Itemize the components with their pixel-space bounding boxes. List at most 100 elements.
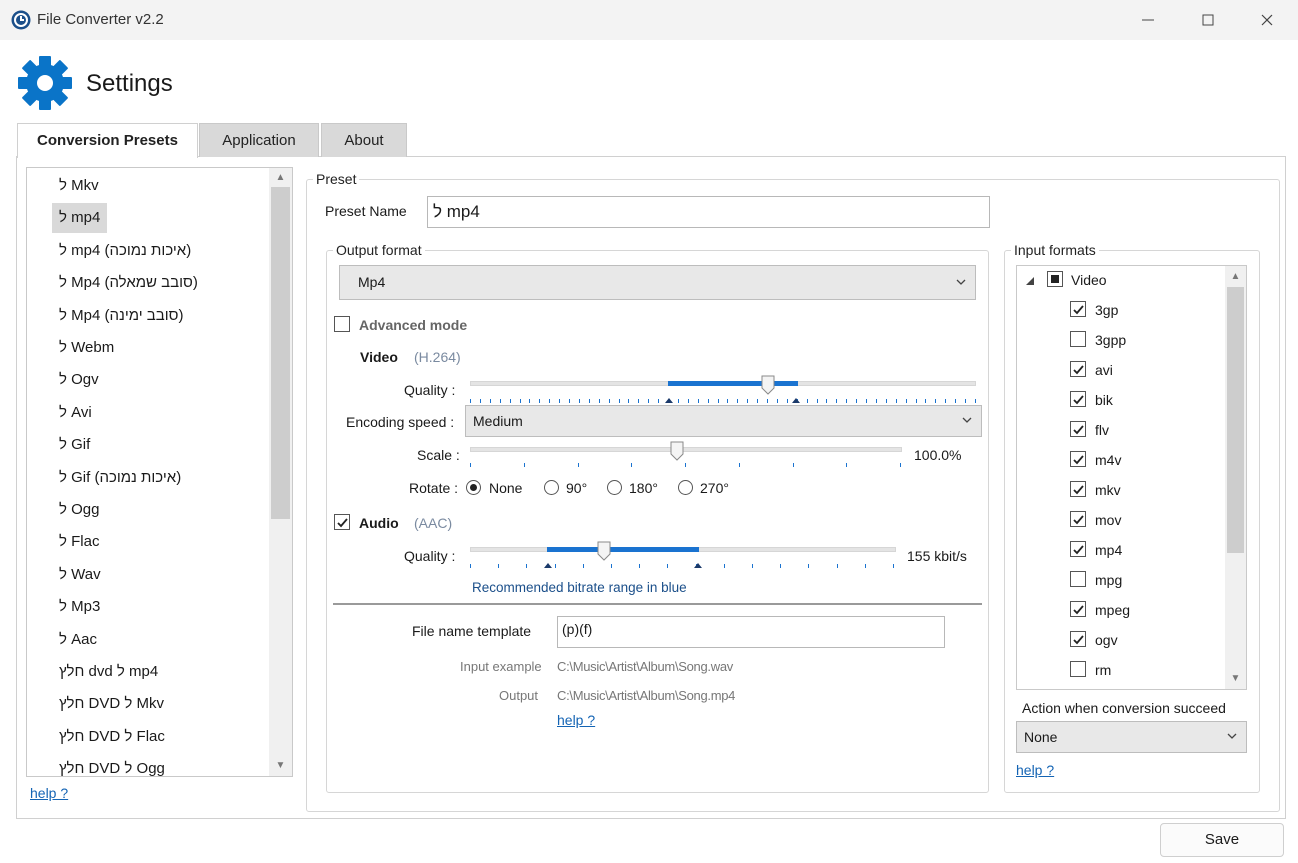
preset-list-item[interactable]: ל mp4: [52, 203, 108, 234]
preset-list-item[interactable]: חלץ DVD ל Flac: [52, 722, 172, 752]
checkmark-icon: [1073, 365, 1084, 375]
slider-tick: [639, 564, 640, 568]
input-format-checkbox[interactable]: [1070, 541, 1086, 557]
slider-tick: [628, 399, 629, 403]
minimize-icon[interactable]: [1136, 8, 1160, 32]
slider-tick: [638, 399, 639, 403]
input-format-checkbox[interactable]: [1070, 301, 1086, 317]
preset-list-scroll-thumb[interactable]: [271, 187, 290, 519]
input-format-checkbox[interactable]: [1070, 391, 1086, 407]
slider-tick: [619, 399, 620, 403]
chevron-down-icon: [1227, 733, 1237, 739]
close-icon[interactable]: [1255, 8, 1279, 32]
input-formats-scroll-thumb[interactable]: [1227, 287, 1244, 553]
output-format-select[interactable]: Mp4: [339, 265, 976, 300]
preset-list-item[interactable]: ל Wav: [52, 560, 108, 590]
recommended-range-marker: [544, 563, 552, 568]
input-format-checkbox[interactable]: [1070, 601, 1086, 617]
input-format-label: rm: [1095, 662, 1112, 678]
gear-icon: [18, 56, 72, 110]
encoding-speed-label: Encoding speed :: [346, 414, 455, 430]
tab-about[interactable]: About: [321, 123, 407, 157]
advanced-mode-checkbox[interactable]: [334, 316, 350, 332]
slider-tick: [688, 399, 689, 403]
slider-tick: [724, 564, 725, 568]
video-category-checkbox[interactable]: [1047, 271, 1063, 287]
input-format-checkbox[interactable]: [1070, 421, 1086, 437]
preset-list-item[interactable]: ל Avi: [52, 398, 99, 428]
action-select[interactable]: None: [1016, 721, 1247, 753]
scale-thumb[interactable]: [670, 441, 684, 461]
presets-help-link[interactable]: help ?: [30, 785, 68, 801]
slider-tick: [667, 564, 668, 568]
scroll-down-icon[interactable]: ▼: [1226, 670, 1245, 688]
rotate-90-radio[interactable]: [544, 480, 559, 495]
scale-label: Scale :: [417, 447, 460, 463]
input-formats-tree[interactable]: [1016, 265, 1247, 690]
window-title: File Converter v2.2: [37, 11, 164, 28]
video-quality-slider[interactable]: [470, 375, 976, 408]
input-format-checkbox[interactable]: [1070, 631, 1086, 647]
rotate-180-radio[interactable]: [607, 480, 622, 495]
maximize-icon[interactable]: [1196, 8, 1220, 32]
audio-section-label: Audio: [359, 515, 399, 531]
slider-tick: [490, 399, 491, 403]
input-format-checkbox[interactable]: [1070, 511, 1086, 527]
rotate-none-radio[interactable]: [466, 480, 481, 495]
scroll-down-icon[interactable]: ▼: [271, 757, 290, 775]
input-format-checkbox[interactable]: [1070, 361, 1086, 377]
preset-name-input[interactable]: ל mp4: [427, 196, 990, 228]
preset-list-item[interactable]: ל Ogv: [52, 365, 106, 395]
slider-tick: [767, 399, 768, 403]
encoding-speed-select[interactable]: Medium: [465, 405, 982, 437]
rotate-270-radio[interactable]: [678, 480, 693, 495]
input-format-checkbox[interactable]: [1070, 481, 1086, 497]
preset-list-item[interactable]: חלץ dvd ל mp4: [52, 657, 165, 687]
preset-list-item[interactable]: חלץ DVD ל Ogg: [52, 754, 172, 776]
scroll-up-icon[interactable]: ▲: [271, 169, 290, 187]
save-button[interactable]: Save: [1160, 823, 1284, 857]
scale-value: 100.0%: [914, 447, 962, 463]
preset-list-item[interactable]: ל Mp4 (סובב ימינה): [52, 301, 190, 331]
audio-quality-thumb[interactable]: [597, 541, 611, 561]
app-logo-icon: [11, 10, 31, 30]
input-format-checkbox[interactable]: [1070, 451, 1086, 467]
preset-list-item[interactable]: ל Webm: [52, 333, 121, 363]
tab-conversion-presets[interactable]: Conversion Presets: [17, 123, 198, 158]
video-codec-label: (H.264): [414, 349, 461, 365]
preset-list-item[interactable]: חלץ DVD ל Mkv: [52, 689, 171, 719]
tab-application[interactable]: Application: [199, 123, 319, 157]
chevron-down-icon: [962, 417, 972, 423]
preset-name-value: ל mp4: [433, 202, 480, 221]
expand-triangle-icon[interactable]: [1025, 276, 1035, 286]
preset-list-item[interactable]: ל Gif (איכות נמוכה): [52, 463, 188, 493]
slider-tick: [609, 399, 610, 403]
input-format-checkbox[interactable]: [1070, 571, 1086, 587]
input-format-checkbox[interactable]: [1070, 331, 1086, 347]
slider-tick: [916, 399, 917, 403]
input-format-checkbox[interactable]: [1070, 661, 1086, 677]
video-quality-thumb[interactable]: [761, 375, 775, 395]
preset-list[interactable]: ל Mkv ל mp4 ל mp4 (איכות נמוכה) ל Mp4 (סובב…: [26, 167, 293, 777]
input-formats-help-link[interactable]: help ?: [1016, 762, 1054, 778]
preset-list-item[interactable]: ל mp4 (איכות נמוכה): [52, 236, 198, 266]
input-example-label: Input example: [460, 659, 542, 674]
audio-checkbox[interactable]: [334, 514, 350, 530]
preset-list-item[interactable]: ל Ogg: [52, 495, 106, 525]
preset-list-item[interactable]: ל Gif: [52, 430, 97, 460]
rotate-270-label: 270°: [700, 480, 729, 496]
audio-quality-slider[interactable]: [470, 541, 896, 572]
preset-list-item[interactable]: ל Flac: [52, 527, 106, 557]
preset-list-item[interactable]: ל Mp4 (סובב שמאלה): [52, 268, 205, 298]
output-help-link[interactable]: help ?: [557, 712, 595, 728]
slider-tick: [865, 564, 866, 568]
page-title: Settings: [86, 70, 173, 97]
scale-slider[interactable]: [470, 441, 902, 472]
preset-list-item[interactable]: ל Mp3: [52, 592, 107, 622]
file-name-template-input[interactable]: (p)(f): [557, 616, 945, 648]
input-format-label: mpeg: [1095, 602, 1131, 618]
preset-list-item[interactable]: ל Mkv: [52, 171, 106, 201]
preset-list-item[interactable]: ל Aac: [52, 625, 104, 655]
scroll-up-icon[interactable]: ▲: [1226, 268, 1245, 286]
audio-quality-value: 155 kbit/s: [907, 548, 967, 564]
